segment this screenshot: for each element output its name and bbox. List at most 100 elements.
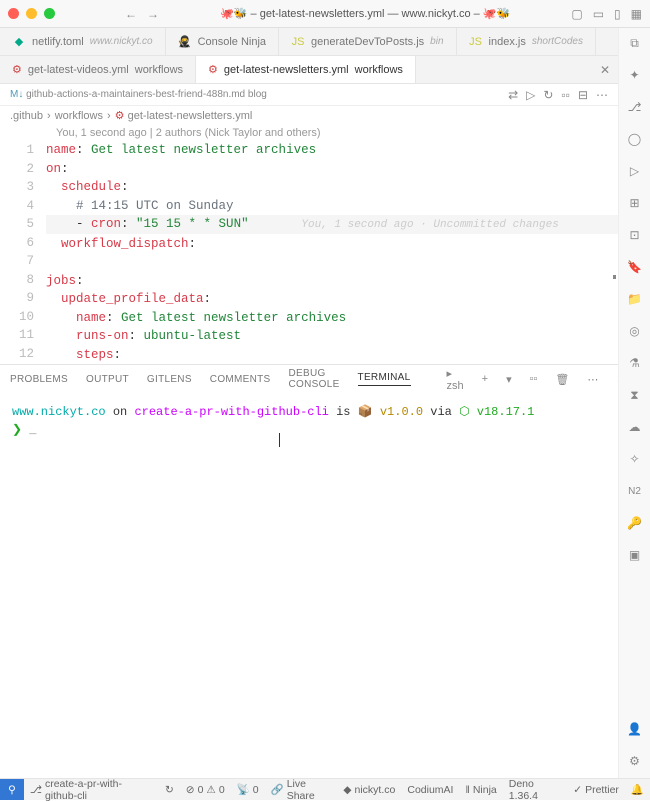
code-line[interactable]: - cron: "15 15 * * SUN" You, 1 second ag… [46,215,618,235]
shell-selector[interactable]: ▸ zsh [447,367,464,392]
status-deno[interactable]: Deno 1.36.4 [503,778,568,802]
status-errors[interactable]: ⊘0 ⚠0 [180,784,231,796]
panel-tab-comments[interactable]: COMMENTS [210,374,271,385]
term-node-icon: ⬡ [459,405,477,419]
layout-icon[interactable]: ▢ [571,7,582,21]
diamond-icon: ◆ [343,784,351,796]
code-line[interactable]: on: [46,160,618,179]
refresh-icon[interactable]: ↻ [543,88,553,102]
status-sync[interactable]: ↻ [159,784,180,796]
term-cwd: www.nickyt.co [12,405,106,419]
panel-toggle-icon[interactable]: ▭ [593,7,604,21]
github-icon[interactable]: ◯ [626,130,644,148]
code-line[interactable]: name: Get latest newsletter archives [46,141,618,160]
customize-layout-icon[interactable]: ▦ [631,7,642,21]
terminal-cursor [279,433,280,447]
sidebar-toggle-icon[interactable]: ▯ [614,7,621,21]
package-icon[interactable]: ⊞ [626,194,644,212]
minimap-indicator [613,275,616,279]
nav-arrows: ← → [125,7,159,21]
branch-icon[interactable]: ⎇ [626,98,644,116]
remote-indicator[interactable]: ⚲ [0,779,24,800]
tab-Console Ninja[interactable]: 🥷Console Ninja [166,28,279,55]
tab-generateDevToPosts.js[interactable]: JSgenerateDevToPosts.jsbin [279,28,456,55]
titlebar: ← → 🐙🐝 – get-latest-newsletters.yml — ww… [0,0,650,28]
status-liveshare[interactable]: 🔗Live Share [265,778,338,802]
gitlens-authors[interactable]: You, 1 second ago | 2 authors (Nick Tayl… [0,125,618,141]
status-ports[interactable]: 📡0 [231,783,265,796]
code-line[interactable]: runs-on: ubuntu-latest [46,327,618,346]
bookmark-icon[interactable]: 🔖 [626,258,644,276]
key-icon[interactable]: 🔑 [626,514,644,532]
breadcrumb-seg[interactable]: get-latest-newsletters.yml [128,110,253,122]
tab-dim: workflows [355,64,403,76]
git-branch-icon: ⎇ [30,784,42,796]
kill-terminal-icon[interactable]: 🗑 [555,373,569,386]
tab-label: get-latest-videos.yml [28,64,129,76]
settings-icon[interactable]: ⚙ [626,752,644,770]
status-site[interactable]: ◆nickyt.co [337,784,401,796]
folder-icon[interactable]: 📁 [626,290,644,308]
status-bar: ⚲ ⎇create-a-pr-with-github-cli ↻ ⊘0 ⚠0 📡… [0,778,650,800]
play-icon[interactable]: ▷ [626,162,644,180]
code-line[interactable]: update_profile_data: [46,290,618,309]
tab-dim: workflows [135,64,183,76]
sparkle-icon[interactable]: ✦ [626,66,644,84]
panel-tab-debug console[interactable]: DEBUG CONSOLE [289,368,340,390]
code-line[interactable]: steps: [46,346,618,365]
maximize-window[interactable] [44,8,55,19]
compare-icon[interactable]: ⇄ [508,88,518,102]
tab-get-latest-videos.yml[interactable]: ⚙get-latest-videos.ymlworkflows [0,56,196,83]
cloud-icon[interactable]: ☁ [626,418,644,436]
code-line[interactable]: jobs: [46,272,618,291]
run-icon[interactable]: ▷ [526,88,535,102]
status-prettier[interactable]: ✓Prettier [567,784,625,796]
tab-index.js[interactable]: JSindex.jsshortCodes [457,28,596,55]
beaker-icon[interactable]: ⚗ [626,354,644,372]
status-branch[interactable]: ⎇create-a-pr-with-github-cli [24,778,159,802]
close-tab-icon[interactable]: ✕ [600,63,610,77]
status-codium[interactable]: CodiumAI [401,784,459,796]
code-line[interactable]: schedule: [46,178,618,197]
code-line[interactable] [46,253,618,272]
more-icon[interactable]: ⋯ [596,88,608,102]
editor-group-tabs-top: ◆netlify.tomlwww.nickyt.co🥷Console Ninja… [0,28,618,56]
terminal-more-icon[interactable]: ⋯ [587,373,598,386]
box-icon[interactable]: ▣ [626,546,644,564]
panel-tab-problems[interactable]: PROBLEMS [10,374,68,385]
diff-icon[interactable]: ⊟ [578,88,588,102]
status-bell[interactable]: 🔔 [625,783,650,796]
account-icon[interactable]: 👤 [626,720,644,738]
breadcrumb[interactable]: .github›workflows›⚙ get-latest-newslette… [0,106,618,125]
close-window[interactable] [8,8,19,19]
code-line[interactable]: workflow_dispatch: [46,235,618,254]
timeline-icon[interactable]: ⧗ [626,386,644,404]
status-ninja[interactable]: ‖Ninja [459,784,502,796]
n2-icon[interactable]: N2 [626,482,644,500]
new-terminal-icon[interactable]: + [482,373,488,385]
code-line[interactable]: # 14:15 UTC on Sunday [46,197,618,216]
panel-tab-output[interactable]: OUTPUT [86,374,129,385]
split-terminal-icon[interactable]: ▫▫ [530,373,538,385]
terminal-dropdown-icon[interactable]: ▾ [506,373,512,386]
breadcrumb-seg[interactable]: .github [10,110,43,122]
traffic-lights [8,8,55,19]
tab-netlify.toml[interactable]: ◆netlify.tomlwww.nickyt.co [0,28,166,55]
code-editor[interactable]: 123456789101112 name: Get latest newslet… [0,141,618,364]
breadcrumb-seg[interactable]: workflows [55,110,103,122]
tab-dim: shortCodes [532,36,583,47]
open-editor-label[interactable]: github-actions-a-maintainers-best-friend… [26,89,245,100]
search-sparkle-icon[interactable]: ✧ [626,450,644,468]
panel-tab-terminal[interactable]: TERMINAL [358,372,411,386]
panel-tab-gitlens[interactable]: GITLENS [147,374,192,385]
terminal[interactable]: www.nickyt.co on create-a-pr-with-github… [0,393,618,781]
extensions-icon[interactable]: ⊡ [626,226,644,244]
nav-forward[interactable]: → [147,7,159,21]
copy-icon[interactable]: ⧉ [626,34,644,52]
tab-get-latest-newsletters.yml[interactable]: ⚙get-latest-newsletters.ymlworkflows [196,56,416,83]
code-line[interactable]: name: Get latest newsletter archives [46,309,618,328]
nav-back[interactable]: ← [125,7,137,21]
target-icon[interactable]: ◎ [626,322,644,340]
minimize-window[interactable] [26,8,37,19]
split-icon[interactable]: ▫▫ [561,88,570,102]
